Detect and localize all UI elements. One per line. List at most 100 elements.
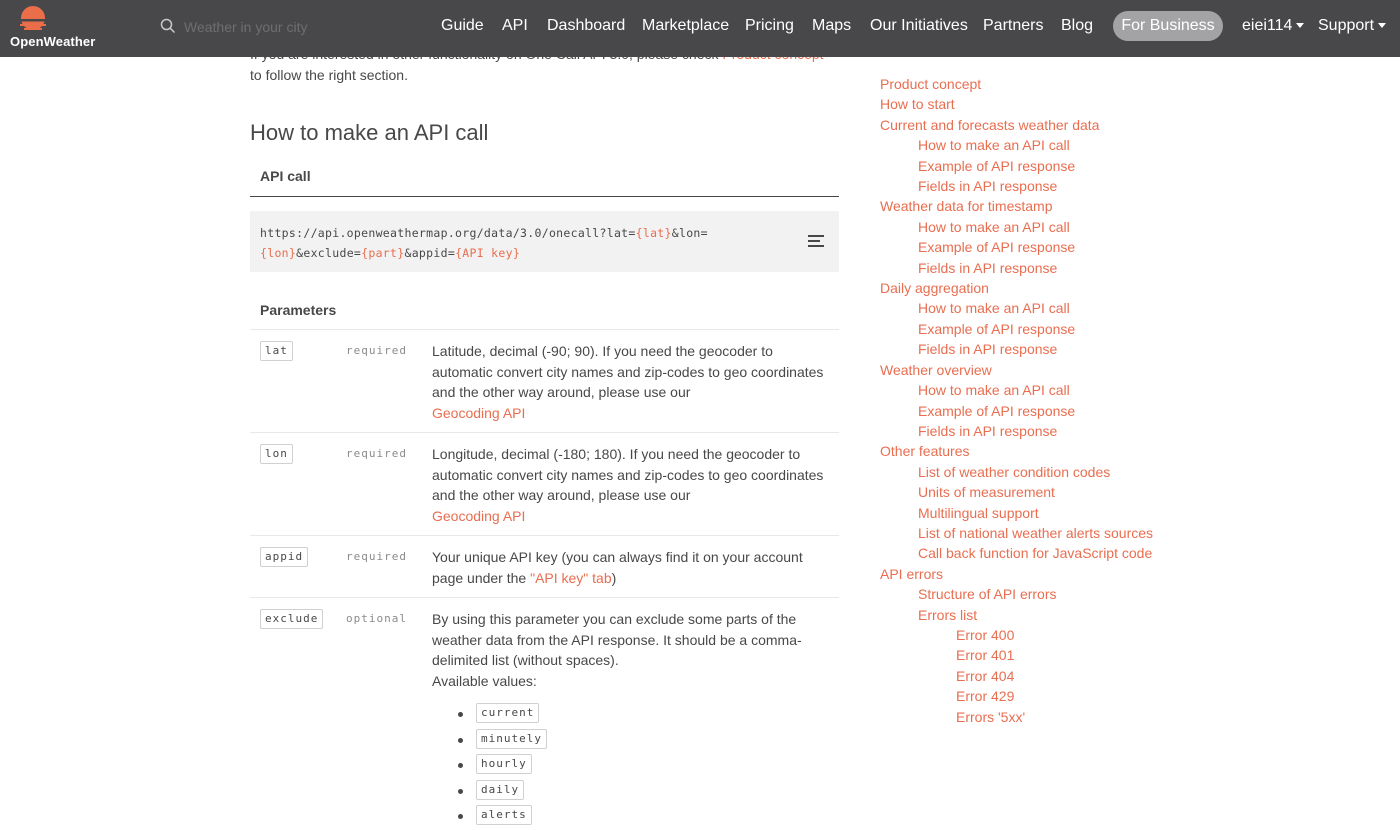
toc-link[interactable]: Daily aggregation	[880, 278, 1180, 298]
toc-link[interactable]: Weather data for timestamp	[880, 196, 1180, 216]
toc-link[interactable]: Weather overview	[880, 360, 1180, 380]
user-name: eiei114	[1242, 17, 1293, 34]
row-divider	[250, 597, 839, 598]
nav-guide[interactable]: Guide	[441, 17, 484, 35]
section-title: How to make an API call	[250, 120, 489, 145]
intro-text-after: to follow the right section.	[250, 67, 408, 83]
search-input[interactable]	[184, 16, 404, 38]
param-desc-text: Latitude, decimal (-90; 90). If you need…	[432, 343, 824, 400]
toc-link[interactable]: Example of API response	[880, 401, 1180, 421]
nav-our-initiatives[interactable]: Our Initiatives	[870, 17, 968, 35]
toc-link[interactable]: Errors list	[880, 605, 1180, 625]
toc-link[interactable]: Example of API response	[880, 237, 1180, 257]
geocoding-api-link[interactable]: Geocoding API	[432, 508, 525, 524]
toc-link[interactable]: Example of API response	[880, 319, 1180, 339]
param-desc-text: Longitude, decimal (-180; 180). If you n…	[432, 446, 824, 503]
param-desc-lat: Latitude, decimal (-90; 90). If you need…	[432, 341, 827, 423]
user-menu[interactable]: eiei114	[1242, 17, 1305, 35]
toc-link[interactable]: Error 400	[880, 625, 1180, 645]
toc-link[interactable]: Units of measurement	[880, 482, 1180, 502]
nav-marketplace[interactable]: Marketplace	[642, 17, 729, 35]
nav-partners[interactable]: Partners	[983, 17, 1043, 35]
param-optional-exclude: optional	[346, 612, 407, 625]
nav-pricing[interactable]: Pricing	[745, 17, 794, 35]
search-icon	[160, 18, 176, 34]
support-menu[interactable]: Support	[1318, 17, 1387, 35]
toc-link[interactable]: Other features	[880, 441, 1180, 461]
toc-link[interactable]: Fields in API response	[880, 176, 1180, 196]
geocoding-api-link[interactable]: Geocoding API	[432, 405, 525, 421]
api-call-url[interactable]: https://api.openweathermap.org/data/3.0/…	[260, 223, 780, 263]
caret-down-icon	[1296, 23, 1305, 28]
api-call-code-block: https://api.openweathermap.org/data/3.0/…	[250, 211, 839, 272]
nav-blog[interactable]: Blog	[1061, 17, 1093, 35]
lat-variable: {lat}	[635, 226, 672, 240]
bullet	[458, 763, 463, 768]
param-desc-lon: Longitude, decimal (-180; 180). If you n…	[432, 444, 827, 526]
toc-link[interactable]: How to start	[880, 94, 1180, 114]
row-divider	[250, 432, 839, 433]
parameters-label: Parameters	[260, 302, 337, 318]
url-segment: &appid=	[404, 246, 456, 260]
toc-link[interactable]: Error 401	[880, 645, 1180, 665]
value-code: alerts	[476, 805, 532, 825]
table-of-contents: Product concept How to start Current and f…	[880, 74, 1180, 727]
bullet	[458, 814, 463, 819]
url-segment: &lon=	[671, 226, 708, 240]
value-code: daily	[476, 779, 525, 800]
url-segment: https://api.openweathermap.org/data/3.0/…	[260, 226, 636, 240]
param-name-lon: lon	[260, 444, 293, 464]
api-key-variable: {API key}	[455, 246, 521, 260]
divider	[250, 196, 839, 197]
toc-link[interactable]: List of weather condition codes	[880, 462, 1180, 482]
param-name-lat: lat	[260, 341, 293, 361]
toc-link[interactable]: Call back function for JavaScript code	[880, 543, 1180, 563]
toc-link[interactable]: Error 404	[880, 666, 1180, 686]
sun-logo-icon	[16, 6, 50, 30]
openweather-logo[interactable]: OpenWeather	[10, 5, 102, 51]
toc-link[interactable]: Multilingual support	[880, 503, 1180, 523]
toc-link[interactable]: Current and forecasts weather data	[880, 115, 1180, 135]
toc-link[interactable]: How to make an API call	[880, 135, 1180, 155]
bullet	[458, 712, 463, 717]
param-required-lat: required	[346, 344, 407, 357]
toc-link[interactable]: Fields in API response	[880, 339, 1180, 359]
part-variable: {part}	[361, 246, 405, 260]
available-values-label: Available values:	[432, 672, 537, 689]
api-key-tab-link[interactable]: "API key" tab	[530, 570, 612, 586]
param-required-lon: required	[346, 447, 407, 460]
api-call-label: API call	[260, 168, 311, 184]
for-business-button[interactable]: For Business	[1113, 11, 1223, 41]
row-divider	[250, 329, 839, 330]
row-divider	[250, 535, 839, 536]
toc-link[interactable]: Errors '5xx'	[880, 707, 1180, 727]
value-code: minutely	[476, 728, 547, 749]
toc-link[interactable]: Product concept	[880, 74, 1180, 94]
toc-link[interactable]: How to make an API call	[880, 217, 1180, 237]
toc-link[interactable]: Example of API response	[880, 156, 1180, 176]
city-search[interactable]	[160, 16, 410, 38]
value-code: current	[476, 703, 540, 723]
nav-dashboard[interactable]: Dashboard	[547, 17, 625, 35]
toc-link[interactable]: Structure of API errors	[880, 584, 1180, 604]
toc-link[interactable]: List of national weather alerts sources	[880, 523, 1180, 543]
toc-link[interactable]: How to make an API call	[880, 380, 1180, 400]
url-segment: &exclude=	[296, 246, 362, 260]
param-desc-text: By using this parameter you can exclude …	[432, 611, 802, 668]
param-desc-exclude: By using this parameter you can exclude …	[432, 609, 827, 691]
param-desc-appid: Your unique API key (you can always find…	[432, 547, 827, 588]
toc-link[interactable]: Error 429	[880, 686, 1180, 706]
param-name-appid: appid	[260, 547, 309, 567]
nav-api[interactable]: API	[502, 17, 528, 35]
toc-link[interactable]: API errors	[880, 564, 1180, 584]
param-desc-text: )	[611, 569, 617, 586]
param-desc-text: Your unique API key (you can always find…	[432, 549, 803, 586]
param-name-exclude: exclude	[260, 609, 324, 629]
menu-lines-icon[interactable]	[808, 235, 824, 248]
toc-link[interactable]: How to make an API call	[880, 298, 1180, 318]
toc-link[interactable]: Fields in API response	[880, 421, 1180, 441]
nav-maps[interactable]: Maps	[812, 17, 851, 35]
param-required-appid: required	[346, 550, 407, 563]
toc-link[interactable]: Fields in API response	[880, 258, 1180, 278]
caret-down-icon	[1378, 23, 1387, 28]
